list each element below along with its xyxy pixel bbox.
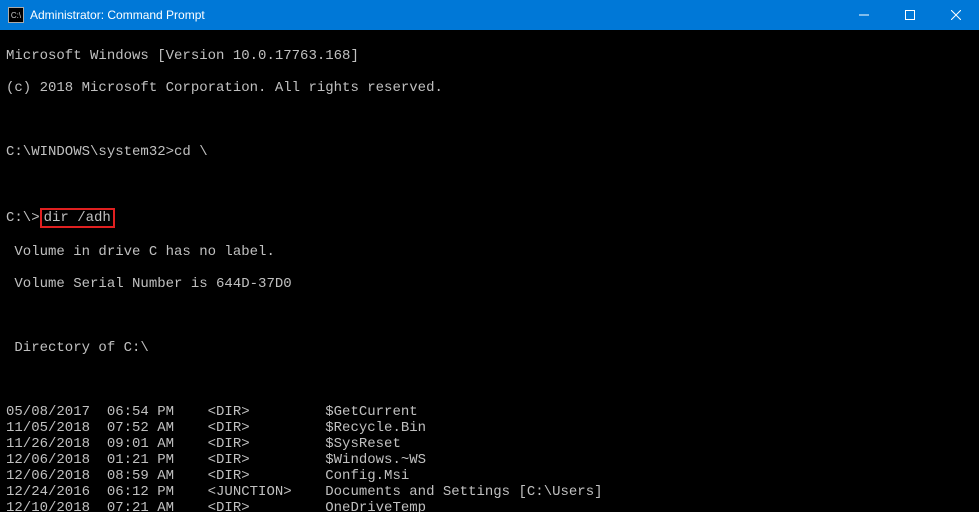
close-button[interactable] [933, 0, 979, 30]
cmd-icon: C:\ [8, 7, 24, 23]
directory-entry: 11/26/2018 09:01 AM <DIR> $SysReset [6, 436, 973, 452]
window-title: Administrator: Command Prompt [30, 8, 841, 22]
prompt-prefix: C:\WINDOWS\system32> [6, 144, 174, 160]
terminal-output[interactable]: Microsoft Windows [Version 10.0.17763.16… [0, 30, 979, 512]
highlighted-command: dir /adh [40, 208, 115, 228]
directory-entry: 12/10/2018 07:21 AM <DIR> OneDriveTemp [6, 500, 973, 512]
prompt-prefix: C:\> [6, 210, 40, 226]
directory-entry: 12/06/2018 08:59 AM <DIR> Config.Msi [6, 468, 973, 484]
prompt-line-2: C:\>dir /adh [6, 208, 973, 228]
window-controls [841, 0, 979, 30]
command-text: cd \ [174, 144, 208, 160]
blank-line [6, 176, 973, 192]
maximize-button[interactable] [887, 0, 933, 30]
command-prompt-window: C:\ Administrator: Command Prompt Micros… [0, 0, 979, 512]
directory-entry: 12/06/2018 01:21 PM <DIR> $Windows.~WS [6, 452, 973, 468]
copyright-line: (c) 2018 Microsoft Corporation. All righ… [6, 80, 973, 96]
prompt-line-1: C:\WINDOWS\system32>cd \ [6, 144, 973, 160]
volume-label-line: Volume in drive C has no label. [6, 244, 973, 260]
version-line: Microsoft Windows [Version 10.0.17763.16… [6, 48, 973, 64]
directory-listing: 05/08/2017 06:54 PM <DIR> $GetCurrent11/… [6, 404, 973, 512]
volume-serial-line: Volume Serial Number is 644D-37D0 [6, 276, 973, 292]
directory-entry: 12/24/2016 06:12 PM <JUNCTION> Documents… [6, 484, 973, 500]
blank-line [6, 372, 973, 388]
blank-line [6, 112, 973, 128]
directory-of-line: Directory of C:\ [6, 340, 973, 356]
minimize-button[interactable] [841, 0, 887, 30]
directory-entry: 11/05/2018 07:52 AM <DIR> $Recycle.Bin [6, 420, 973, 436]
directory-entry: 05/08/2017 06:54 PM <DIR> $GetCurrent [6, 404, 973, 420]
blank-line [6, 308, 973, 324]
titlebar[interactable]: C:\ Administrator: Command Prompt [0, 0, 979, 30]
